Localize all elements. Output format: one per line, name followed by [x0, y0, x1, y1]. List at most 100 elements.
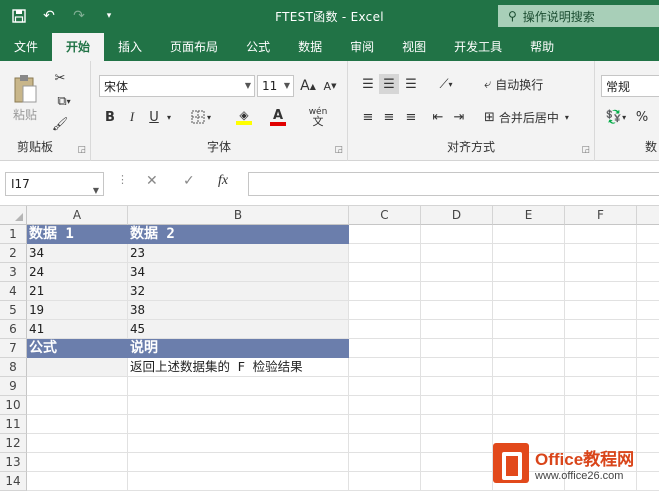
tab-formulas[interactable]: 公式 [232, 33, 284, 61]
font-size-combo[interactable]: 11 ▼ [257, 75, 294, 97]
tab-developer[interactable]: 开发工具 [440, 33, 516, 61]
underline-button[interactable]: U [145, 107, 163, 127]
tab-help[interactable]: 帮助 [516, 33, 568, 61]
shrink-font-button[interactable]: A ▼ [321, 77, 339, 95]
wrap-text-button[interactable]: ⤶ 自动换行 [484, 74, 564, 94]
font-group-label: 字体 [206, 140, 231, 154]
tell-me-search[interactable]: ⚲ 操作说明搜索 [498, 5, 659, 27]
decrease-indent-icon[interactable]: ⇤ [428, 107, 448, 127]
alignment-launcher-icon[interactable]: ◲ [581, 145, 590, 155]
row-header[interactable]: 6 [0, 320, 27, 339]
font-size-value: 11 [262, 79, 278, 93]
cell-b7[interactable]: 说明 [128, 339, 349, 358]
percent-button[interactable]: % [633, 107, 651, 127]
tab-file[interactable]: 文件 [0, 33, 52, 61]
column-divider [127, 377, 128, 491]
cell-b5[interactable]: 38 [128, 301, 349, 320]
cancel-icon[interactable]: ✕ [146, 173, 158, 189]
more-icon: ⋮ [117, 173, 128, 186]
watermark: Office教程网 www.office26.com [493, 439, 655, 487]
name-box-value: I17 [11, 177, 30, 191]
phonetic-guide-icon[interactable]: wén 文 [305, 105, 331, 129]
row-header[interactable]: 3 [0, 263, 27, 282]
row-header[interactable]: 1 [0, 225, 27, 244]
cell-b6[interactable]: 45 [128, 320, 349, 339]
tab-home[interactable]: 开始 [52, 33, 105, 61]
cell-b3[interactable]: 34 [128, 263, 349, 282]
border-icon[interactable]: ▾ [187, 107, 215, 127]
tab-page-layout[interactable]: 页面布局 [156, 33, 232, 61]
accounting-format-icon[interactable]: 💱 ▾ [603, 107, 629, 127]
italic-button[interactable]: I [123, 107, 141, 127]
bold-button[interactable]: B [101, 107, 119, 127]
fill-color-icon[interactable]: ◈ [229, 107, 259, 127]
cell-b2[interactable]: 23 [128, 244, 349, 263]
formula-bar: I17 ▼ ⋮ ✕ ✓ fx [0, 161, 659, 206]
clipboard-launcher-icon[interactable]: ◲ [77, 145, 86, 155]
column-header-g[interactable] [637, 206, 659, 225]
title-bar: ↶ ↷ ▾ FTEST函数 - Excel ⚲ 操作说明搜索 [0, 0, 659, 33]
align-bottom-icon[interactable]: ☰ [401, 74, 421, 94]
row-header[interactable]: 5 [0, 301, 27, 320]
merge-center-button[interactable]: ⊞ 合并后居中 ▾ [484, 107, 592, 127]
underline-dropdown-icon[interactable]: ▾ [164, 109, 174, 125]
column-header-f[interactable]: F [565, 206, 637, 225]
wrap-text-icon: ⤶ [484, 76, 492, 92]
row-header[interactable]: 8 [0, 358, 27, 377]
copy-icon[interactable]: ⧉ ▾ [50, 92, 78, 110]
cell-a7[interactable]: 公式 [27, 339, 128, 358]
column-header-b[interactable]: B [128, 206, 349, 225]
column-header-d[interactable]: D [421, 206, 493, 225]
column-header-e[interactable]: E [493, 206, 565, 225]
column-header-a[interactable]: A [27, 206, 128, 225]
orientation-icon[interactable]: ⟋ ▾ [432, 74, 460, 94]
cell-a4[interactable]: 21 [27, 282, 128, 301]
tab-data[interactable]: 数据 [284, 33, 336, 61]
font-launcher-icon[interactable]: ◲ [334, 145, 343, 155]
name-box[interactable]: I17 ▼ [5, 172, 104, 196]
row-header[interactable]: 10 [0, 396, 27, 415]
cell-a5[interactable]: 19 [27, 301, 128, 320]
font-color-icon[interactable]: A [263, 107, 293, 127]
search-icon: ⚲ [508, 9, 517, 23]
grow-font-button[interactable]: A ▲ [299, 77, 317, 95]
insert-function-icon[interactable]: fx [218, 173, 228, 189]
ribbon-home: 粘贴 ✂ ⧉ ▾ 🖌 剪贴板 ◲ 宋体 ▼ 11 ▼ A ▲ A ▼ B I U ▾… [0, 61, 659, 161]
cell-b4[interactable]: 32 [128, 282, 349, 301]
row-header[interactable]: 9 [0, 377, 27, 396]
number-format-combo[interactable]: 常规 [601, 75, 659, 97]
tab-review[interactable]: 审阅 [336, 33, 388, 61]
select-all-button[interactable] [0, 206, 27, 225]
cell-b8[interactable]: 返回上述数据集的 F 检验结果 [128, 358, 349, 377]
alignment-group: ☰ ☰ ☰ ⟋ ▾ ⤶ 自动换行 ≡ ≡ ≡ ⇤ ⇥ ⊞ 合并后居中 ▾ 对齐方式… [348, 61, 595, 161]
format-painter-icon[interactable]: 🖌 [50, 115, 70, 133]
empty-cell-area[interactable] [27, 377, 349, 491]
align-middle-icon[interactable]: ☰ [379, 74, 399, 94]
align-center-icon[interactable]: ≡ [379, 107, 399, 127]
row-header[interactable]: 11 [0, 415, 27, 434]
cell-a6[interactable]: 41 [27, 320, 128, 339]
tab-insert[interactable]: 插入 [104, 33, 156, 61]
cell-a1[interactable]: 数据 1 [27, 225, 128, 244]
enter-icon[interactable]: ✓ [183, 173, 195, 189]
align-right-icon[interactable]: ≡ [401, 107, 421, 127]
cell-a8[interactable] [27, 358, 128, 377]
row-header[interactable]: 7 [0, 339, 27, 358]
cell-a3[interactable]: 24 [27, 263, 128, 282]
column-header-c[interactable]: C [349, 206, 421, 225]
align-left-icon[interactable]: ≡ [358, 107, 378, 127]
paste-button[interactable]: 粘贴 [8, 69, 42, 127]
tab-view[interactable]: 视图 [388, 33, 440, 61]
cut-icon[interactable]: ✂ [50, 69, 70, 87]
row-header[interactable]: 2 [0, 244, 27, 263]
increase-indent-icon[interactable]: ⇥ [449, 107, 469, 127]
font-name-combo[interactable]: 宋体 ▼ [99, 75, 255, 97]
row-header[interactable]: 14 [0, 472, 27, 491]
cell-a2[interactable]: 34 [27, 244, 128, 263]
formula-input[interactable] [248, 172, 659, 196]
cell-b1[interactable]: 数据 2 [128, 225, 349, 244]
align-top-icon[interactable]: ☰ [358, 74, 378, 94]
row-header[interactable]: 4 [0, 282, 27, 301]
row-header[interactable]: 12 [0, 434, 27, 453]
row-header[interactable]: 13 [0, 453, 27, 472]
